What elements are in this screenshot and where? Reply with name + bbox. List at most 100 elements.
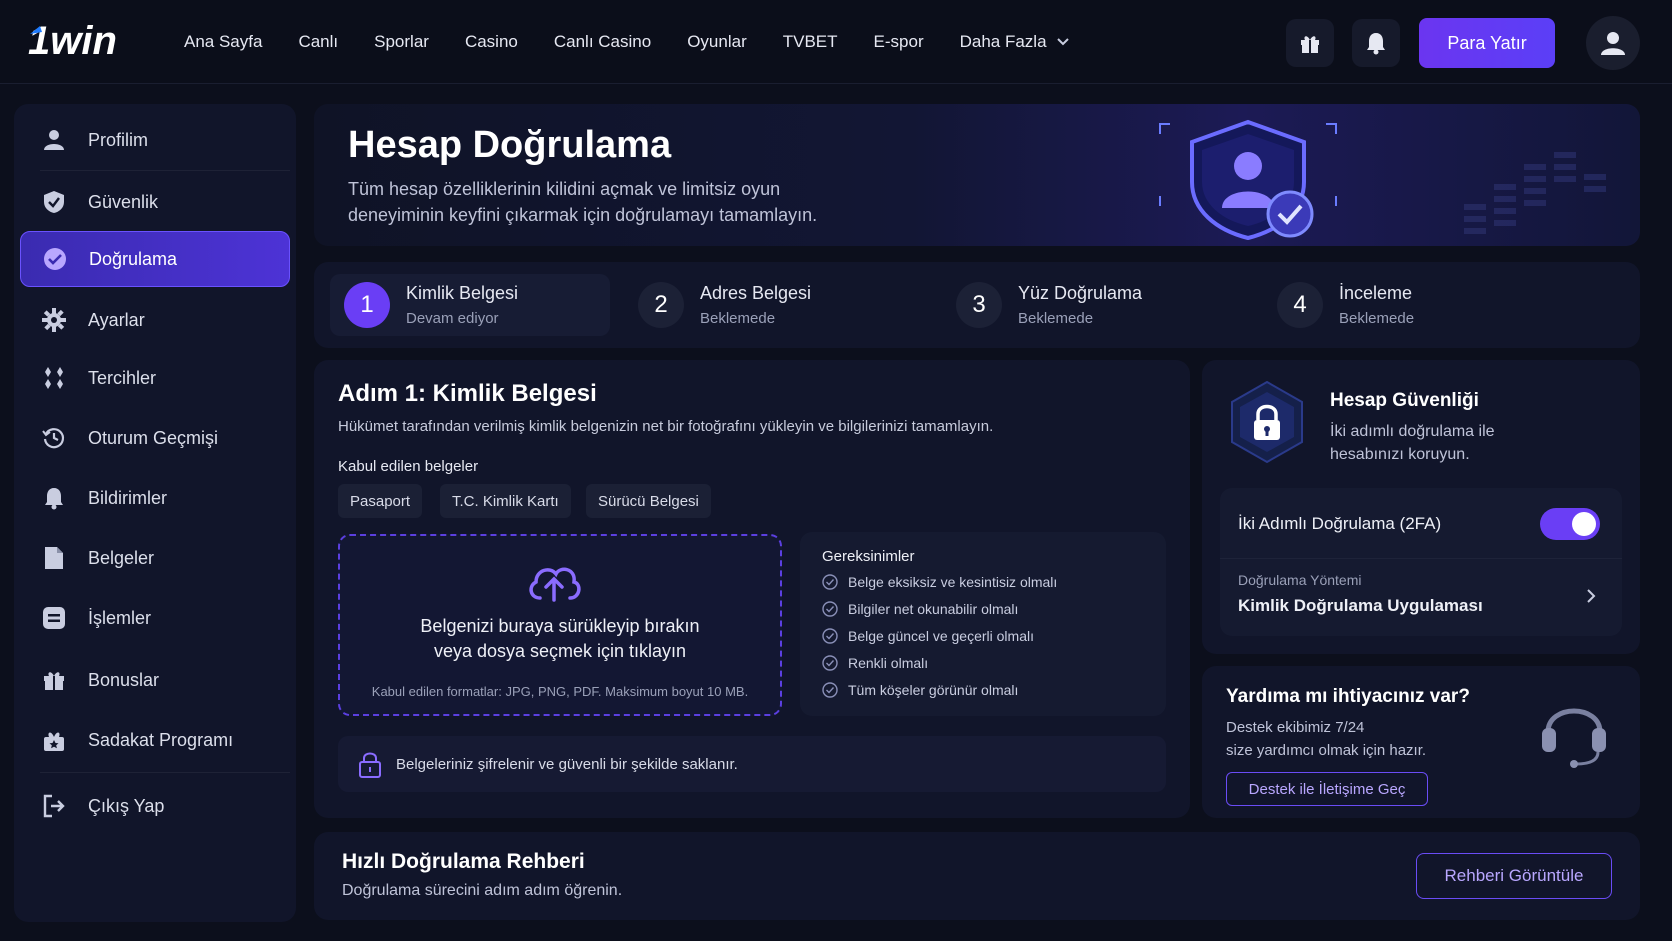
id-document-card: Adım 1: Kimlik Belgesi Hükümet tarafında… xyxy=(314,360,1190,818)
lock-icon xyxy=(359,752,381,778)
nav-games-label: Oyunlar xyxy=(687,32,747,51)
security-title: Hesap Güvenliği xyxy=(1330,390,1479,411)
sidebar-item-logout[interactable]: Çıkış Yap xyxy=(20,778,290,834)
doc-chip-drivers-license[interactable]: Sürücü Belgesi xyxy=(586,484,711,518)
sidebar-item-label: Profilim xyxy=(88,129,149,150)
user-icon xyxy=(40,126,68,154)
step-status: Beklemede xyxy=(1018,310,1094,327)
doc-chip-id-card[interactable]: T.C. Kimlik Kartı xyxy=(440,484,571,518)
nav-live[interactable]: Canlı xyxy=(298,32,338,52)
step-review[interactable]: 4 İnceleme Beklemede xyxy=(1277,274,1414,336)
step-title: Adres Belgesi xyxy=(700,283,812,303)
contact-support-button[interactable]: Destek ile İletişime Geç xyxy=(1226,772,1428,806)
sidebar-item-verification[interactable]: Doğrulama xyxy=(20,231,290,287)
deposit-label: Para Yatır xyxy=(1447,32,1527,53)
logout-icon xyxy=(40,792,68,820)
nav-home-label: Ana Sayfa xyxy=(184,32,263,51)
top-navbar: 1win Ana Sayfa Canlı Sporlar Casino Canl… xyxy=(0,0,1672,84)
page-subtitle: Tüm hesap özelliklerinin kilidini açmak … xyxy=(348,179,818,225)
nav-sports[interactable]: Sporlar xyxy=(374,32,429,52)
deposit-button[interactable]: Para Yatır xyxy=(1419,18,1555,68)
nav-sports-label: Sporlar xyxy=(374,32,429,51)
check-circle-icon xyxy=(822,628,838,644)
nav-more-label: Daha Fazla xyxy=(959,32,1047,51)
sidebar-item-label: Tercihler xyxy=(88,367,157,388)
sidebar-item-documents[interactable]: Belgeler xyxy=(20,530,290,586)
check-circle-icon xyxy=(822,574,838,590)
sidebar-divider xyxy=(40,170,290,171)
avatar[interactable] xyxy=(1586,16,1640,70)
chevron-down-icon xyxy=(1056,38,1069,46)
sidebar-item-preferences[interactable]: Tercihler xyxy=(20,350,290,406)
help-line1: Destek ekibimiz 7/24 xyxy=(1226,719,1365,736)
gift-button[interactable] xyxy=(1286,19,1334,67)
sidebar-item-label: Güvenlik xyxy=(88,191,159,212)
document-icon xyxy=(40,544,68,572)
sidebar-item-label: Sadakat Programı xyxy=(88,729,234,750)
svg-text:1win: 1win xyxy=(28,19,117,63)
file-dropzone[interactable]: Belgenizi buraya sürükleyip bırakın veya… xyxy=(338,534,782,716)
step-number: 4 xyxy=(1277,282,1323,328)
guide-title: Hızlı Doğrulama Rehberi xyxy=(342,850,585,873)
sidebar-item-label: Oturum Geçmişi xyxy=(88,427,219,448)
dropzone-text: Belgenizi buraya sürükleyip bırakın veya… xyxy=(340,614,780,664)
page-title: Hesap Doğrulama xyxy=(348,124,672,166)
dropzone-formats: Kabul edilen formatlar: JPG, PNG, PDF. M… xyxy=(371,684,749,699)
nav-more[interactable]: Daha Fazla xyxy=(960,32,1069,52)
secure-storage-note: Belgeleriniz şifrelenir ve güvenli bir ş… xyxy=(338,736,1166,792)
sidebar-item-notifications[interactable]: Bildirimler xyxy=(20,470,290,526)
support-card: Yardıma mı ihtiyacınız var? Destek ekibi… xyxy=(1202,666,1640,818)
doc-chip-passport[interactable]: Pasaport xyxy=(338,484,423,518)
nav-games[interactable]: Oyunlar xyxy=(687,32,747,52)
sidebar-item-transactions[interactable]: İşlemler xyxy=(20,590,290,646)
notifications-button[interactable] xyxy=(1352,19,1400,67)
nav-live-casino[interactable]: Canlı Casino xyxy=(554,32,651,52)
nav-casino[interactable]: Casino xyxy=(465,32,518,52)
accepted-docs-label: Kabul edilen belgeler xyxy=(338,458,479,475)
requirement-text: Belge eksiksiz ve kesintisiz olmalı xyxy=(848,574,1058,590)
nav-esports[interactable]: E-spor xyxy=(874,32,924,52)
help-text: Destek ekibimiz 7/24 size yardımcı olmak… xyxy=(1226,716,1486,762)
step-status: Beklemede xyxy=(700,310,776,327)
bell-icon xyxy=(1367,33,1385,55)
padlock-icon xyxy=(1231,380,1303,464)
brand-logo[interactable]: 1win xyxy=(28,16,140,64)
nav-home[interactable]: Ana Sayfa xyxy=(184,32,262,52)
help-title: Yardıma mı ihtiyacınız var? xyxy=(1226,686,1470,707)
shield-icon xyxy=(40,188,68,216)
requirement-text: Tüm köşeler görünür olmalı xyxy=(848,682,1019,698)
headset-icon xyxy=(1542,708,1606,768)
nav-tvbet[interactable]: TVBET xyxy=(783,32,838,52)
quick-guide-banner: Hızlı Doğrulama Rehberi Doğrulama süreci… xyxy=(314,832,1640,920)
bell-icon xyxy=(40,484,68,512)
transactions-icon xyxy=(40,604,68,632)
sidebar-item-label: İşlemler xyxy=(88,607,152,628)
step-status: Devam ediyor xyxy=(406,310,499,327)
twofa-toggle[interactable] xyxy=(1540,508,1600,540)
list-item: Tüm köşeler görünür olmalı xyxy=(822,682,1018,698)
chevron-right-icon[interactable] xyxy=(1586,588,1596,604)
requirement-text: Bilgiler net okunabilir olmalı xyxy=(848,601,1019,617)
sidebar-item-session-history[interactable]: Oturum Geçmişi xyxy=(20,410,290,466)
requirements-panel: Gereksinimler Belge eksiksiz ve kesintis… xyxy=(800,532,1166,716)
hero-decoration-bars xyxy=(1464,152,1606,234)
step-face-verification[interactable]: 3 Yüz Doğrulama Beklemede xyxy=(956,274,1142,336)
step-address-document[interactable]: 2 Adres Belgesi Beklemede xyxy=(638,274,811,336)
requirements-title: Gereksinimler xyxy=(822,548,915,565)
check-circle-icon xyxy=(822,682,838,698)
gear-icon xyxy=(40,306,68,334)
sidebar-item-profile[interactable]: Profilim xyxy=(20,112,290,168)
step-id-document[interactable]: 1 Kimlik Belgesi Devam ediyor xyxy=(330,274,610,336)
sidebar-item-security[interactable]: Güvenlik xyxy=(20,174,290,230)
sidebar-item-settings[interactable]: Ayarlar xyxy=(20,292,290,348)
method-value[interactable]: Kimlik Doğrulama Uygulaması xyxy=(1238,596,1483,616)
sidebar-item-label: Doğrulama xyxy=(89,248,178,269)
sidebar-item-bonuses[interactable]: Bonuslar xyxy=(20,652,290,708)
sidebar-item-loyalty[interactable]: Sadakat Programı xyxy=(20,712,290,768)
list-item: Belge eksiksiz ve kesintisiz olmalı xyxy=(822,574,1057,590)
loyalty-icon xyxy=(40,726,68,754)
sidebar-item-label: Bildirimler xyxy=(88,487,168,508)
sidebar-item-label: Çıkış Yap xyxy=(88,795,165,816)
view-guide-button[interactable]: Rehberi Görüntüle xyxy=(1416,853,1612,899)
check-circle-icon xyxy=(822,655,838,671)
